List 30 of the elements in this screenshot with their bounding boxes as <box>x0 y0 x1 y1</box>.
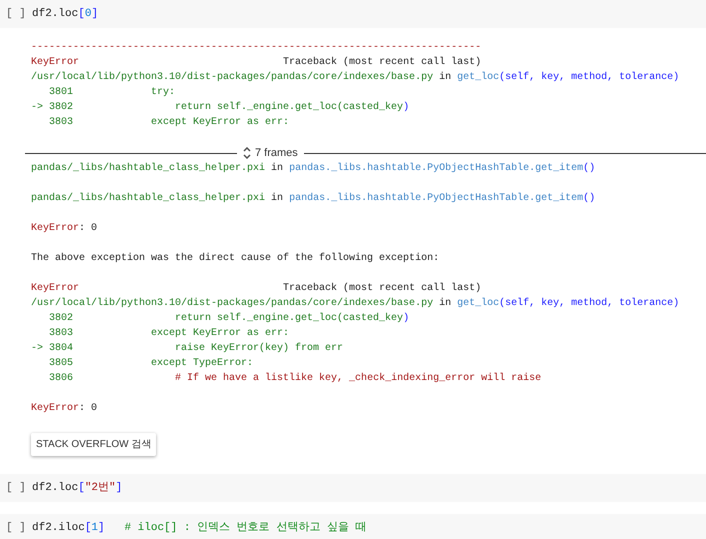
output-line: 3806 # If we have a listlike key, _check_indexing_error will raise <box>48 372 542 386</box>
code-text: df2.loc["2번"] <box>32 480 122 496</box>
output-line: --------------------------------------------------------------------------- <box>31 41 482 55</box>
output-line: 3801 try: <box>48 86 176 100</box>
expand-icon <box>243 147 251 159</box>
output-line: 3803 except KeyError as err: <box>48 327 290 341</box>
output-line: 3803 except KeyError as err: <box>48 116 290 130</box>
output-line: KeyError Traceback (most recent call last) <box>31 282 482 296</box>
frames-toggle[interactable]: 7 frames <box>237 144 304 162</box>
output-line: /usr/local/lib/python3.10/dist-packages/pandas/core/indexes/base.py in get_loc(self, key, method, tolerance) <box>31 296 680 311</box>
code-text: df2.iloc[1] # iloc[] : 인덱스 번호로 선택하고 싶을 때 <box>32 520 366 536</box>
output-line: -> 3804 raise KeyError(key) from err <box>31 342 344 356</box>
stack-overflow-search-button[interactable]: STACK OVERFLOW 검색 <box>31 433 156 456</box>
output-line: 3805 except TypeError: <box>48 357 254 371</box>
run-indicator: [ ] <box>5 480 27 496</box>
output-line: KeyError: 0 <box>31 402 98 416</box>
output-line: pandas/_libs/hashtable_class_helper.pxi in pandas._libs.hashtable.PyObjectHashTable.get_item() <box>31 162 596 176</box>
run-indicator: [ ] <box>5 6 27 22</box>
code-cell[interactable]: [ ] df2.loc["2번"] <box>0 474 706 502</box>
output-line: 3802 return self._engine.get_loc(casted_key) <box>48 312 410 326</box>
output-line: The above exception was the direct cause of the following exception: <box>31 252 440 266</box>
code-cell[interactable]: [ ] df2.iloc[1] # iloc[] : 인덱스 번호로 선택하고 싶을 때 <box>0 514 706 539</box>
output-line: /usr/local/lib/python3.10/dist-packages/pandas/core/indexes/base.py in get_loc(self, key, method, tolerance) <box>31 70 680 85</box>
run-indicator: [ ] <box>5 520 27 536</box>
code-cell[interactable]: [ ] df2.loc[0] <box>0 0 706 28</box>
output-line: pandas/_libs/hashtable_class_helper.pxi in pandas._libs.hashtable.PyObjectHashTable.get_item() <box>31 192 596 206</box>
output-line: -> 3802 return self._engine.get_loc(casted_key) <box>31 100 410 115</box>
code-text: df2.loc[0] <box>32 6 98 22</box>
output-line: KeyError Traceback (most recent call last) <box>31 56 482 70</box>
output-line: KeyError: 0 <box>31 222 98 236</box>
